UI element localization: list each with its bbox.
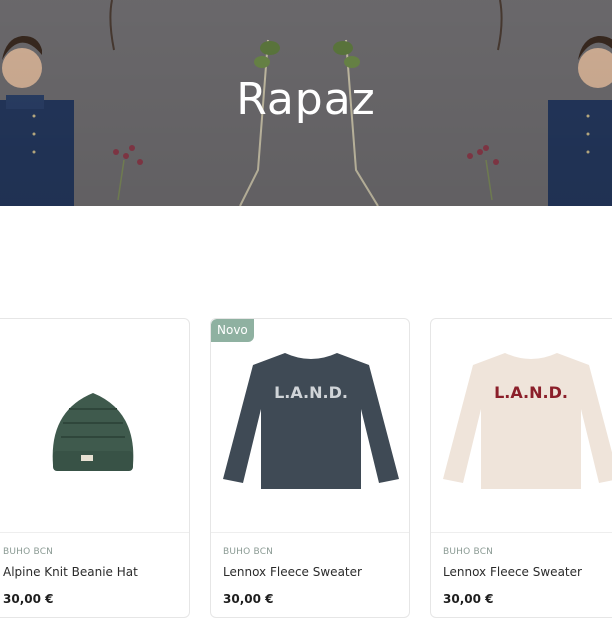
product-brand: BUHO BCN [3, 547, 54, 557]
product-card[interactable]: BUHO BCN Alpine Knit Beanie Hat 30,00 € [0, 318, 190, 618]
product-price: 30,00 € [443, 592, 494, 606]
product-card[interactable]: L.A.N.D. BUHO BCN Lennox Fleece Sweater … [430, 318, 612, 618]
green-beanie-image [52, 393, 134, 471]
product-price: 30,00 € [3, 592, 54, 606]
product-brand: BUHO BCN [443, 547, 494, 557]
hero-banner: Rapaz [0, 0, 612, 206]
product-image-area[interactable]: L.A.N.D. [431, 319, 612, 533]
product-image-area[interactable] [0, 319, 189, 533]
sweater-print-text: L.A.N.D. [494, 383, 568, 402]
product-card[interactable]: L.A.N.D. Novo BUHO BCN Lennox Fleece Swe… [210, 318, 410, 618]
product-price: 30,00 € [223, 592, 274, 606]
product-name[interactable]: Lennox Fleece Sweater [223, 565, 362, 579]
new-badge: Novo [211, 319, 254, 342]
cream-sweater-image: L.A.N.D. [443, 353, 612, 489]
page-title: Rapaz [236, 74, 376, 125]
product-name[interactable]: Lennox Fleece Sweater [443, 565, 582, 579]
sweater-print-text: L.A.N.D. [274, 383, 348, 402]
navy-sweater-image: L.A.N.D. [223, 353, 399, 489]
product-name[interactable]: Alpine Knit Beanie Hat [3, 565, 138, 579]
product-brand: BUHO BCN [223, 547, 274, 557]
product-image-area[interactable]: L.A.N.D. [211, 319, 409, 533]
